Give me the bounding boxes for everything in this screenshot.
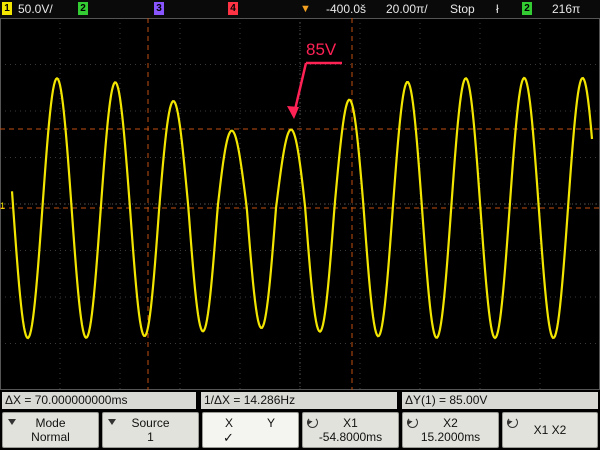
timebase-readout: 20.00π/ [386,2,428,16]
delta-x-readout: ΔX = 70.000000000ms [2,392,196,409]
x1x2-softkey[interactable]: X1 X2 [502,412,598,448]
inverse-delta-x-readout: 1/ΔX = 14.286Hz [201,392,397,409]
waveform-display[interactable]: 85V 1 [0,18,600,390]
ch1-scale: 50.0V/ [18,2,53,16]
delta-y-readout: ΔY(1) = 85.00V [402,392,598,409]
x2-softkey[interactable]: X2 15.2000ms [402,412,499,448]
trigger-source-indicator: 2 [522,2,532,15]
mode-softkey[interactable]: Mode Normal [2,412,99,448]
ch3-indicator[interactable]: 3 [154,2,164,15]
status-bar: 1 50.0V/ 2 3 4 ▼ -400.0š 20.00π/ Stop ł … [0,0,600,18]
mode-value: Normal [31,430,70,444]
ch4-indicator[interactable]: 4 [228,2,238,15]
x2-value: 15.2000ms [420,430,481,444]
source-softkey[interactable]: Source 1 [102,412,199,448]
x1x2-label: X1 X2 [533,423,567,437]
trigger-slope-icon: ł [496,2,499,16]
xy-softkey[interactable]: X Y ✓ [202,412,299,448]
x1-value: -54.8000ms [318,430,383,444]
ch1-indicator[interactable]: 1 [2,2,12,15]
voltage-annotation: 85V [306,40,337,59]
source-value: 1 [147,430,154,444]
x2-label: X2 [443,416,458,430]
checkmark-icon: ✓ [223,430,234,445]
run-state: Stop [450,2,475,16]
x-label: X [225,416,234,430]
x1-softkey[interactable]: X1 -54.8000ms [302,412,399,448]
delay-readout: -400.0š [326,2,367,16]
measurement-bar: ΔX = 70.000000000ms 1/ΔX = 14.286Hz ΔY(1… [0,392,600,409]
annotation-arrowhead-icon [287,106,299,119]
y-label: Y [267,416,276,430]
trigger-position-icon: ▼ [300,3,311,15]
softkey-bar: Mode Normal Source 1 X Y ✓ X1 -54.8000ms… [0,412,600,450]
mode-label: Mode [35,416,66,430]
ch1-ground-marker[interactable]: 1 [0,201,5,211]
x1-label: X1 [343,416,358,430]
source-label: Source [131,416,170,430]
waveform-plot [0,18,600,390]
trigger-level: 216π [552,2,581,16]
ch2-indicator[interactable]: 2 [78,2,88,15]
